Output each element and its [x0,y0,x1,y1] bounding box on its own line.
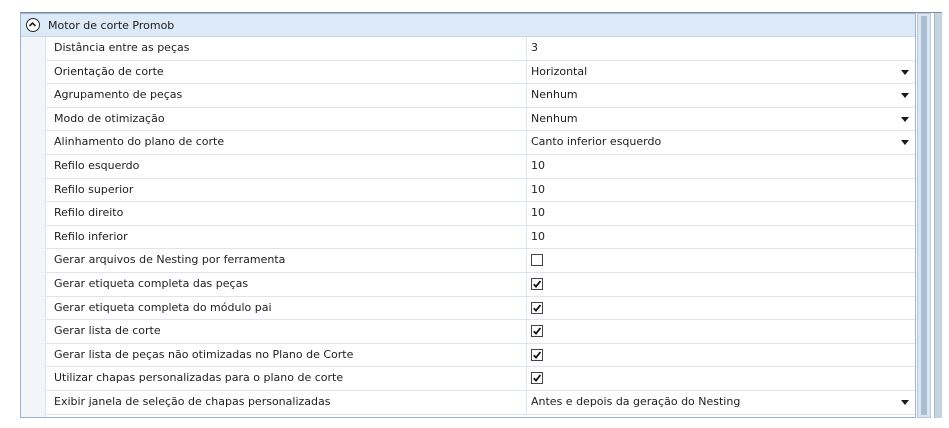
property-value: 3 [531,41,538,54]
caret-down-icon[interactable] [901,140,909,146]
property-value: Canto inferior esquerdo [531,135,662,149]
property-value: 10 [531,206,545,220]
side-panel-edge [934,13,942,418]
property-row[interactable]: Modo de otimização Nenhum [46,107,915,132]
property-value-cell [527,249,915,272]
property-input[interactable]: 10 [527,226,915,249]
property-value-cell [527,367,915,390]
property-value: Antes e depois da geração do Nesting [531,394,741,408]
property-label: Gerar lista de corte [46,320,527,343]
checkmark-icon [533,303,542,312]
property-value: Nenhum [531,88,578,102]
checkbox-checked[interactable] [531,277,543,290]
property-label: Refilo inferior [46,225,527,249]
property-rows: Distância entre as peças 3 Orientação de c… [46,37,915,415]
property-value-cell [527,297,915,320]
property-row[interactable]: Refilo inferior 10 [46,225,915,250]
property-label: Modo de otimização [46,107,527,131]
checkbox-unchecked[interactable] [531,254,543,267]
property-label: Gerar etiqueta completa do módulo pai [46,296,527,320]
property-value: 10 [531,229,545,243]
property-value: 10 [531,158,545,172]
property-label: Gerar lista de peças não otimizadas no P… [46,343,527,367]
group-title: Motor de corte Promob [48,19,175,32]
caret-down-icon[interactable] [901,116,909,122]
property-row[interactable]: Gerar lista de peças não otimizadas no P… [46,343,915,368]
property-input[interactable]: 3 [527,37,915,60]
checkmark-icon [533,351,542,359]
property-label: Gerar etiqueta completa das peças [46,272,527,296]
property-label: Agrupamento de peças [46,84,527,107]
caret-down-icon[interactable] [901,93,909,99]
property-input[interactable]: 10 [527,202,915,225]
property-value: Horizontal [531,64,588,78]
property-label: Orientação de corte [46,60,527,84]
property-row[interactable]: Refilo superior 10 [46,178,915,203]
checkmark-icon [533,327,542,336]
property-row[interactable]: Gerar lista de corte [46,320,915,344]
property-row[interactable]: Agrupamento de peças Nenhum [46,84,915,108]
property-grid: Motor de corte Promob Distância entre as… [20,13,916,418]
scrollbar-thumb[interactable] [921,16,927,415]
caret-down-icon[interactable] [901,69,909,75]
checkbox-checked[interactable] [531,325,543,338]
caret-down-icon[interactable] [901,399,909,405]
property-label: Refilo esquerdo [46,154,527,178]
property-input[interactable]: 10 [527,179,915,202]
property-value-cell [527,344,915,367]
property-value-cell [527,273,915,296]
grid-left-margin [21,37,46,417]
property-row[interactable]: Refilo direito 10 [46,202,915,226]
property-row[interactable]: Gerar arquivos de Nesting por ferramenta [46,249,915,273]
property-dropdown[interactable]: Nenhum [527,108,915,131]
checkbox-checked[interactable] [531,348,543,361]
property-row[interactable]: Orientação de corte Horizontal [46,60,915,85]
property-row[interactable]: Alinhamento do plano de corte Canto infer… [46,131,915,155]
chevron-up-circle-icon[interactable] [26,18,40,32]
checkmark-icon [533,374,542,383]
property-row[interactable]: Refilo esquerdo 10 [46,154,915,179]
property-dropdown[interactable]: Antes e depois da geração do Nesting [527,391,915,414]
property-label: Refilo direito [46,202,527,225]
group-header-motor-de-corte[interactable]: Motor de corte Promob [21,14,915,37]
property-value: 10 [531,182,545,196]
property-row[interactable]: Distância entre as peças 3 [46,37,915,61]
property-label: Distância entre as peças [46,37,527,60]
property-label: Exibir janela de seleção de chapas perso… [46,390,527,414]
property-label: Refilo superior [46,178,527,202]
property-label: Alinhamento do plano de corte [46,131,527,154]
checkmark-icon [533,280,542,288]
property-dropdown[interactable]: Canto inferior esquerdo [527,131,915,154]
checkbox-checked[interactable] [531,372,543,385]
checkbox-checked[interactable] [531,301,543,314]
property-input[interactable]: 10 [527,155,915,178]
property-label: Gerar arquivos de Nesting por ferramenta [46,249,527,272]
property-dropdown[interactable]: Nenhum [527,84,915,107]
property-row[interactable]: Gerar etiqueta completa do módulo pai [46,296,915,321]
property-dropdown[interactable]: Horizontal [527,61,915,84]
property-row[interactable]: Utilizar chapas personalizadas para o pl… [46,367,915,391]
property-label: Utilizar chapas personalizadas para o pl… [46,367,527,390]
property-value-cell [527,320,915,343]
property-row[interactable]: Exibir janela de seleção de chapas perso… [46,390,915,415]
property-value: Nenhum [531,111,578,125]
vertical-scrollbar[interactable] [917,13,931,418]
property-row[interactable]: Gerar etiqueta completa das peças [46,272,915,297]
